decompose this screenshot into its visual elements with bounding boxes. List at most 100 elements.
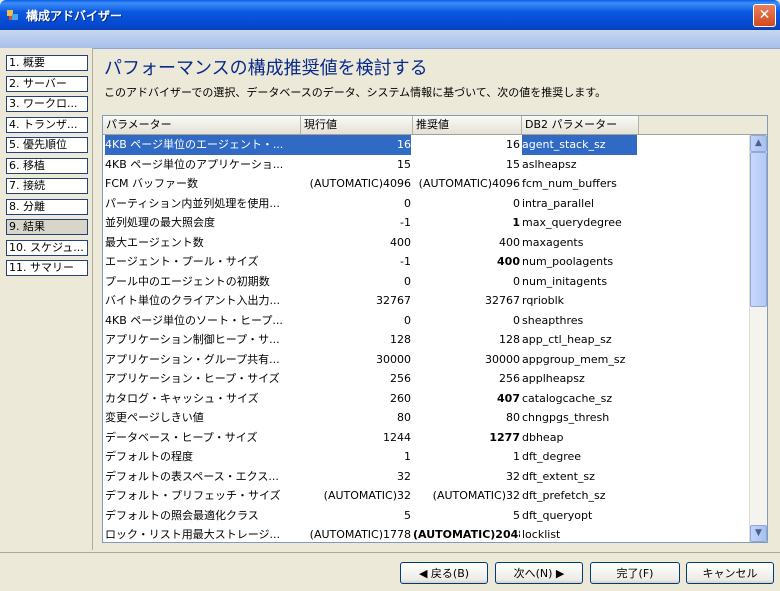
cell-db2-parameter: num_initagents [522,274,608,288]
column-header-current[interactable]: 現行値 [301,116,413,134]
cell-current-value: -1 [400,255,411,268]
app-icon [7,10,18,20]
cell-recommended-value: (AUTOMATIC)2048 [413,528,520,541]
column-header-db2-parameter[interactable]: DB2 パラメーター [522,116,639,134]
cell-current-value: 256 [390,372,411,385]
cancel-button[interactable]: キャンセル [686,562,774,584]
cell-recommended-value: 0 [513,196,520,210]
cell-recommended-value: 400 [497,255,520,268]
table-row[interactable]: FCM バッファー数 (AUTOMATIC)4096 (AUTOMATIC)4096… [103,174,749,194]
cell-db2-parameter: dbheap [522,430,564,444]
table-row[interactable]: アプリケーション・グループ共有... 30000 30000 appgroup_mem… [103,350,749,370]
table-row[interactable]: 4KB ページ単位のアプリケーショ... 15 15 aslheapsz [103,155,749,175]
sidebar-step-10[interactable]: 10. スケジュ... [6,239,88,256]
cell-db2-parameter: intra_parallel [522,196,595,210]
cell-parameter: カタログ・キャッシュ・サイズ [105,391,259,405]
page-title: パフォーマンスの構成推奨値を検討する [104,58,428,79]
sidebar-step-8[interactable]: 8. 分離 [6,198,88,215]
scroll-down-icon[interactable]: ▼ [750,525,767,542]
sidebar-step-3[interactable]: 3. ワークロ... [6,96,88,112]
sidebar-step-4[interactable]: 4. トランザ... [6,116,88,133]
sidebar-step-1[interactable]: 1. 概要 [6,55,88,71]
table-row[interactable]: 4KB ページ単位のソート・ヒープ... 0 0 sheapthres [103,311,749,331]
cell-current-value: (AUTOMATIC)4096 [309,177,411,190]
table-row[interactable]: 変更ページしきい値 80 80 chngpgs_thresh [103,408,749,428]
cell-parameter: 4KB ページ単位のエージェント・... [105,135,301,155]
cell-db2-parameter: dft_degree [522,450,582,463]
scroll-up-icon[interactable]: ▲ [750,135,767,152]
cell-parameter: アプリケーション制御ヒープ・サ... [105,333,280,346]
cell-db2-parameter: fcm_num_buffers [522,177,617,190]
cell-db2-parameter: dft_prefetch_sz [522,489,606,502]
cell-db2-parameter: max_querydegree [522,216,622,229]
table-row[interactable]: ロック・リスト用最大ストレージ... (AUTOMATIC)1778 (AUTOMA… [103,525,749,542]
cell-parameter: 4KB ページ単位のソート・ヒープ... [105,313,283,327]
table-row[interactable]: カタログ・キャッシュ・サイズ 260 407 catalogcache_sz [103,389,749,409]
table-row[interactable]: デフォルト・プリフェッチ・サイズ (AUTOMATIC)32 (AUTOMATIC)… [103,486,749,506]
table-row[interactable]: デフォルトの程度 1 1 dft_degree [103,447,749,467]
table-row[interactable]: アプリケーション・ヒープ・サイズ 256 256 applheapsz [103,369,749,389]
column-header-recommended[interactable]: 推奨値 [413,116,522,134]
scroll-thumb[interactable] [750,152,767,307]
cell-current-value: 1 [404,450,411,463]
back-button[interactable]: ◀ 戻る(B) [400,562,488,584]
sidebar-step-2[interactable]: 2. サーバー [6,75,88,92]
table-row[interactable]: アプリケーション制御ヒープ・サ... 128 128 app_ctl_heap_sz [103,330,749,350]
table-row[interactable]: エージェント・プール・サイズ -1 400 num_poolagents [103,252,749,272]
table-row[interactable]: デフォルトの照会最適化クラス 5 5 dft_queryopt [103,506,749,526]
cell-parameter: デフォルト・プリフェッチ・サイズ [105,489,281,502]
cell-db2-parameter: locklist [522,528,561,541]
cell-current-value: 32767 [376,294,411,307]
table-row[interactable]: データベース・ヒープ・サイズ 1244 1277 dbheap [103,428,749,448]
cell-recommended-value: (AUTOMATIC)4096 [418,177,520,190]
cell-current-value: (AUTOMATIC)1778 [309,528,411,541]
table-body: 4KB ページ単位のエージェント・... 16 16 agent_stack_sz 4K… [103,135,749,542]
cell-recommended-value: 407 [497,391,520,405]
table-row[interactable]: 4KB ページ単位のエージェント・... 16 16 agent_stack_sz [103,135,749,155]
cell-recommended-value: 400 [499,235,520,249]
cell-db2-parameter: sheapthres [522,313,584,327]
cell-db2-parameter: maxagents [522,235,584,249]
table-row[interactable]: 最大エージェント数 400 400 maxagents [103,233,749,253]
cell-current-value: 128 [390,333,411,346]
cell-db2-parameter: aslheapsz [522,157,577,171]
cell-current-value: 5 [404,508,411,522]
table-row[interactable]: デフォルトの表スペース・エクス... 32 32 dft_extent_sz [103,467,749,487]
cell-parameter: ロック・リスト用最大ストレージ... [105,528,281,541]
column-header-parameter[interactable]: パラメーター [103,116,301,134]
sidebar-step-6[interactable]: 6. 移植 [6,157,88,174]
sidebar-step-11[interactable]: 11. サマリー [6,260,88,276]
sidebar-step-9[interactable]: 9. 結果 [6,219,88,235]
cell-parameter: アプリケーション・ヒープ・サイズ [105,372,280,385]
title-bar[interactable]: 構成アドバイザー ✕ [0,0,780,30]
cell-db2-parameter: num_poolagents [522,255,614,268]
table-row[interactable]: パーティション内並列処理を使用... 0 0 intra_parallel [103,194,749,214]
cell-current-value: 80 [397,411,411,424]
sidebar-step-7[interactable]: 7. 接続 [6,178,88,194]
cell-db2-parameter: chngpgs_thresh [522,411,610,424]
close-button[interactable]: ✕ [753,4,776,27]
window-title: 構成アドバイザー [26,9,123,23]
cell-parameter: デフォルトの表スペース・エクス... [105,469,279,483]
cell-current-value: 32 [397,469,411,483]
table-row[interactable]: プール中のエージェントの初期数 0 0 num_initagents [103,272,749,292]
table-row[interactable]: バイト単位のクライアント入出力... 32767 32767 rqrioblk [103,291,749,311]
table-row[interactable]: 並列処理の最大照会度 -1 1 max_querydegree [103,213,749,233]
cell-db2-parameter: app_ctl_heap_sz [522,333,612,346]
cell-parameter: アプリケーション・グループ共有... [105,352,280,366]
cell-recommended-value: 5 [513,508,520,522]
cell-db2-parameter: agent_stack_sz [522,135,637,155]
cell-current-value: -1 [400,216,411,229]
cell-parameter: FCM バッファー数 [105,177,198,190]
cell-current-value: 260 [390,391,411,405]
cell-parameter: 変更ページしきい値 [105,411,204,424]
cell-recommended-value: 16 [506,138,520,151]
cell-parameter: データベース・ヒープ・サイズ [105,430,258,444]
finish-button[interactable]: 完了(F) [590,562,680,584]
cell-parameter: パーティション内並列処理を使用... [105,196,280,210]
sidebar-step-5[interactable]: 5. 優先順位 [6,137,88,153]
next-button[interactable]: 次へ(N) ▶ [495,562,583,584]
cell-recommended-value: 80 [506,411,520,424]
cell-current-value: 16 [301,135,411,155]
vertical-scrollbar[interactable]: ▲ ▼ [749,135,767,542]
